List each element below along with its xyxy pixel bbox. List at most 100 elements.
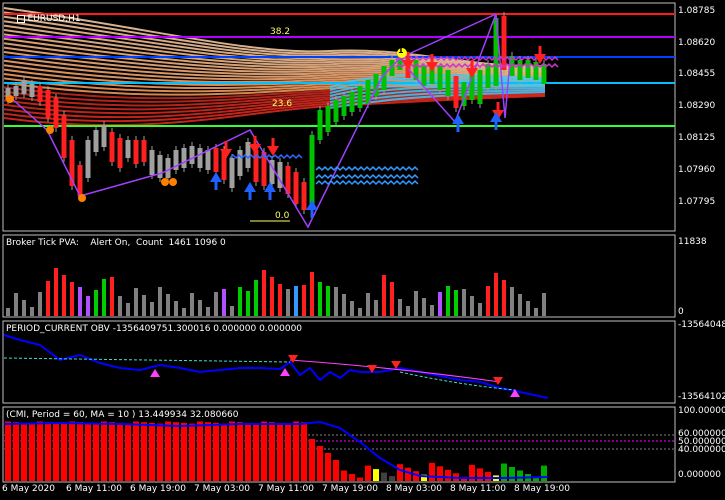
swing-marker xyxy=(46,126,54,134)
pva-volume-bar xyxy=(278,284,282,316)
cmi-bar xyxy=(5,421,11,481)
pva-volume-bar xyxy=(270,277,274,316)
candle-body xyxy=(293,172,299,204)
cmi-bar xyxy=(101,421,107,481)
time-axis-label: 7 May 03:00 xyxy=(194,484,250,494)
pva-volume-bar xyxy=(254,280,258,316)
candle-body xyxy=(189,146,195,164)
cmi-bar xyxy=(181,422,187,481)
cmi-bar xyxy=(269,422,275,481)
pva-volume-bar xyxy=(462,289,466,316)
down-arrow-stem xyxy=(253,136,257,144)
pva-volume-bar xyxy=(182,308,186,316)
candle-body xyxy=(237,150,243,176)
pva-volume-bar xyxy=(350,301,354,316)
pva-volume-bar xyxy=(430,305,434,316)
candle-body xyxy=(309,135,315,205)
cmi-bar xyxy=(13,422,19,481)
pva-volume-bar xyxy=(534,308,538,316)
cmi-bar xyxy=(61,423,67,481)
cmi-bar xyxy=(149,422,155,481)
pva-volume-bar xyxy=(222,289,226,316)
candle-body xyxy=(357,86,363,108)
pva-volume-bar xyxy=(286,289,290,316)
candle-body xyxy=(301,182,307,210)
cmi-bar xyxy=(85,422,91,481)
time-axis-label: 7 May 11:00 xyxy=(258,484,314,494)
candle-body xyxy=(445,70,451,96)
time-axis-label: 7 May 19:00 xyxy=(322,484,378,494)
cmi-bar xyxy=(133,421,139,481)
pva-volume-bar xyxy=(70,282,74,316)
cmi-bar xyxy=(349,474,355,481)
candle-body xyxy=(525,60,531,78)
candle-body xyxy=(341,96,347,116)
pva-volume-bar xyxy=(54,268,58,316)
pva-volume-bar xyxy=(446,286,450,316)
candle-body xyxy=(181,148,187,168)
cmi-bar xyxy=(237,422,243,481)
price-axis-label: 1.08785 xyxy=(678,6,716,16)
cmi-bar xyxy=(509,467,515,481)
cmi-bar xyxy=(309,439,315,481)
candle-body xyxy=(213,148,219,172)
pva-volume-bar xyxy=(190,293,194,316)
cmi-bar xyxy=(253,423,259,481)
candle-body xyxy=(21,80,27,94)
up-arrow-stem xyxy=(248,192,252,200)
candle-body xyxy=(245,142,251,168)
cmi-bar xyxy=(381,472,387,481)
cmi-bar xyxy=(165,421,171,481)
candle-body xyxy=(517,60,523,80)
candle-body xyxy=(53,98,59,128)
pva-volume-bar xyxy=(134,288,138,316)
obv-axis-bottom: -1356410213 xyxy=(678,392,725,402)
pva-axis-top: 11838 xyxy=(678,237,707,247)
time-axis-label: 8 May 11:00 xyxy=(450,484,506,494)
cmi-bar xyxy=(445,469,451,481)
candle-body xyxy=(101,125,107,147)
up-arrow-icon xyxy=(210,172,222,182)
time-axis-label: 6 May 19:00 xyxy=(130,484,186,494)
price-axis-label: 1.08620 xyxy=(678,38,716,48)
symbol-title[interactable]: EURUSD,H1 xyxy=(6,4,81,34)
pva-volume-bar xyxy=(334,287,338,316)
pva-volume-bar xyxy=(110,277,114,316)
pva-volume-bar xyxy=(118,296,122,316)
pva-volume-bar xyxy=(510,287,514,316)
fib-38-label: 38.2 xyxy=(270,27,291,37)
cmi-bar xyxy=(365,465,371,481)
up-arrow-stem xyxy=(310,210,314,218)
candle-body xyxy=(125,140,131,158)
price-axis-label: 1.07795 xyxy=(678,197,716,207)
swing-marker xyxy=(6,95,14,103)
cmi-bar xyxy=(205,422,211,481)
chart-canvas[interactable] xyxy=(0,0,725,500)
obv-line xyxy=(3,334,549,399)
cmi-bar xyxy=(277,422,283,481)
pva-volume-bars xyxy=(6,268,546,316)
pva-volume-bar xyxy=(102,279,106,316)
pva-volume-bar xyxy=(30,307,34,316)
cmi-bar xyxy=(69,421,75,481)
pva-volume-bar xyxy=(86,296,90,316)
cmi-bar xyxy=(21,422,27,481)
pva-volume-bar xyxy=(142,295,146,316)
fib-0-label: 0.0 xyxy=(275,211,290,221)
pva-volume-bar xyxy=(198,300,202,316)
down-arrow-stem xyxy=(271,138,275,146)
symbol-title-text: EURUSD,H1 xyxy=(27,14,81,24)
cmi-bar xyxy=(125,423,131,481)
pva-volume-bar xyxy=(398,299,402,316)
candle-body xyxy=(205,150,211,170)
chart-menu-icon[interactable] xyxy=(17,14,26,23)
candle-body xyxy=(437,66,443,90)
pva-volume-bar xyxy=(302,285,306,316)
cmi-bar xyxy=(37,421,43,481)
chart-window[interactable]: EURUSD,H1 38.2 23.6 0.0 1 1.08785 1.0862… xyxy=(0,0,725,500)
pva-axis-bottom: 0 xyxy=(678,307,684,317)
pva-volume-bar xyxy=(366,293,370,316)
cmi-bar xyxy=(485,471,491,481)
candle-body xyxy=(453,76,459,108)
cmi-bar xyxy=(189,423,195,481)
